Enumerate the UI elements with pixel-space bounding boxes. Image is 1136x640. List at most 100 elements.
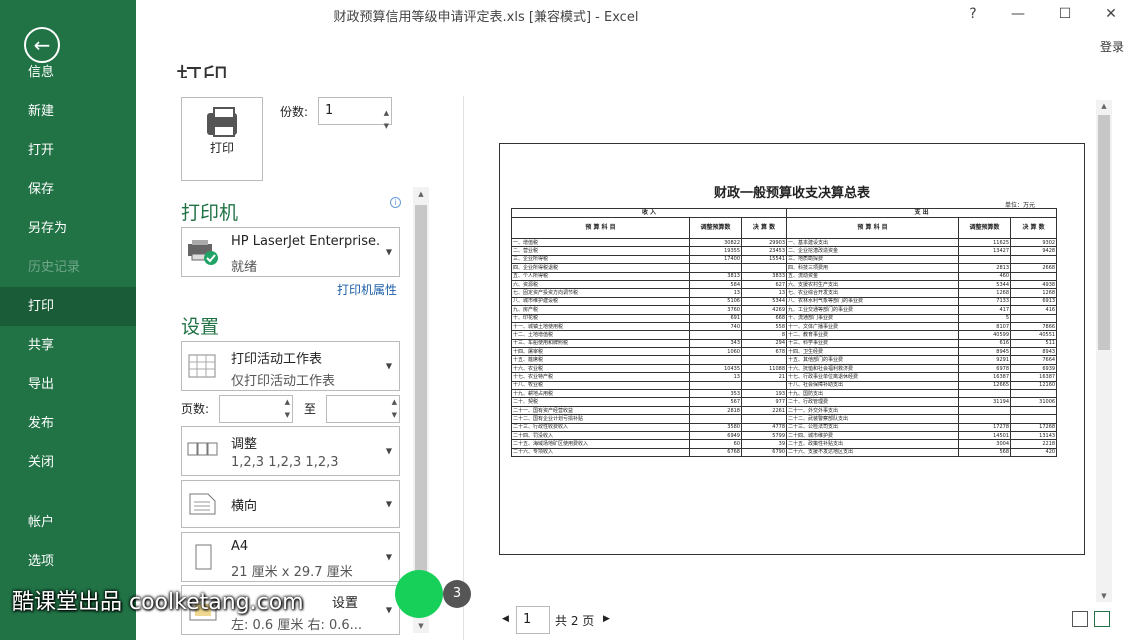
table-cell: 2261: [740, 405, 788, 416]
table-cell: 十三、车船使用和牌照税: [511, 338, 690, 349]
table-cell: 二十四、罚没收入: [511, 430, 690, 441]
scroll-thumb[interactable]: [1098, 115, 1110, 350]
table-cell: 13: [689, 288, 742, 298]
show-margins-icon[interactable]: [1072, 611, 1088, 627]
table-cell: 4269: [740, 305, 788, 315]
scroll-up-icon[interactable]: ▲: [413, 190, 429, 198]
table-row: 十五、筵席税 十五、其他部门的事业费 9291 7664: [511, 355, 1058, 365]
table-cell: [1010, 405, 1058, 416]
print-scope-subtitle: 仅打印活动工作表: [231, 374, 336, 389]
table-cell: 294: [740, 338, 788, 349]
scroll-down-icon[interactable]: ▼: [413, 622, 429, 630]
table-cell: [689, 414, 742, 424]
pages-to-input[interactable]: ▲ ▼: [326, 395, 400, 423]
help-button[interactable]: ?: [958, 6, 988, 28]
table-cell: 616: [958, 338, 1012, 349]
spin-down-icon[interactable]: ▼: [384, 113, 389, 139]
table-cell: [958, 405, 1012, 416]
nav-item-options[interactable]: 选项: [0, 542, 136, 581]
nav-item-open[interactable]: 打开: [0, 131, 136, 170]
paper-size-title: A4: [231, 539, 249, 554]
col-budget: 调整预算数: [689, 217, 742, 239]
spin-up-icon[interactable]: ▲: [285, 398, 290, 406]
table-cell: 12665: [958, 380, 1012, 391]
table-cell: [740, 263, 788, 273]
table-cell: 627: [740, 279, 788, 290]
nav-item-save-as[interactable]: 另存为: [0, 209, 136, 248]
nav-item-print[interactable]: 打印: [0, 287, 136, 326]
orientation-select[interactable]: 横向 ▼: [181, 480, 400, 528]
nav-item-close[interactable]: 关闭: [0, 443, 136, 482]
zoom-to-page-icon[interactable]: [1094, 611, 1110, 627]
settings-scrollbar[interactable]: ▲ ▼: [413, 187, 429, 633]
table-cell: 二十三、公检法司支出: [786, 422, 960, 433]
table-cell: 13: [740, 288, 788, 298]
col-subject: 预 算 科 目: [786, 217, 960, 239]
table-cell: 十五、其他部门的事业费: [786, 355, 960, 365]
page-number-input[interactable]: 1: [516, 606, 550, 634]
table-cell: 678: [740, 347, 788, 357]
nav-item-publish[interactable]: 发布: [0, 404, 136, 443]
settings-section-title: 设置: [181, 316, 220, 338]
nav-item-info[interactable]: 信息: [0, 53, 136, 92]
printer-select[interactable]: HP LaserJet Enterprise... 就绪 ▼: [181, 227, 400, 277]
preview-scrollbar[interactable]: ▲ ▼: [1096, 100, 1112, 602]
scroll-up-icon[interactable]: ▲: [1096, 102, 1112, 110]
table-cell: 17268: [1010, 422, 1058, 433]
table-row: 二十五、海域场地矿区使用费收入 60 39 二十五、政策性补贴支出 3004 2218: [511, 439, 1058, 449]
nav-item-account[interactable]: 帐户: [0, 503, 136, 542]
table-cell: 4938: [1010, 279, 1058, 290]
table-cell: 417: [958, 305, 1012, 315]
table-cell: 9302: [1010, 237, 1058, 248]
panel-divider: [463, 96, 464, 640]
print-scope-select[interactable]: 打印活动工作表 仅打印活动工作表 ▼: [181, 341, 400, 391]
table-cell: 193: [740, 389, 788, 399]
table-cell: [689, 330, 742, 340]
table-cell: 13: [689, 372, 742, 382]
pages-from-input[interactable]: ▲ ▼: [219, 395, 293, 423]
table-row: 十九、耕地占用税 353 193 十九、国防支出: [511, 389, 1058, 399]
collate-select[interactable]: 调整 1,2,3 1,2,3 1,2,3 ▼: [181, 426, 400, 476]
nav-item-save[interactable]: 保存: [0, 170, 136, 209]
nav-item-export[interactable]: 导出: [0, 365, 136, 404]
budget-table: 收 入 支 出 预 算 科 目 调整预算数 决 算 数 预 算 科 目 调整预算…: [510, 208, 1058, 458]
table-cell: 二、企业挖潜改造资金: [786, 246, 960, 256]
table-cell: 二十、契税: [511, 397, 690, 407]
spin-down-icon[interactable]: ▼: [285, 411, 290, 419]
table-cell: 二、营业税: [511, 246, 690, 256]
print-button-label: 打印: [209, 141, 234, 155]
minimize-button[interactable]: —: [1003, 6, 1033, 28]
spin-up-icon[interactable]: ▲: [392, 398, 397, 406]
table-cell: 二十、行政管理费: [786, 397, 960, 407]
pages-label: 页数:: [181, 402, 210, 416]
nav-item-new[interactable]: 新建: [0, 92, 136, 131]
printer-section-title: 打印机: [181, 202, 239, 224]
copies-input[interactable]: 1 ▲ ▼: [318, 97, 392, 130]
login-link[interactable]: 登录: [1100, 38, 1124, 55]
click-indicator: [395, 570, 443, 618]
table-cell: 二十二、国有企业计划亏损补贴: [511, 414, 690, 424]
paper-size-select[interactable]: A4 21 厘米 x 29.7 厘米 ▼: [181, 532, 400, 582]
table-cell: 39: [740, 439, 788, 449]
scroll-thumb[interactable]: [415, 205, 427, 575]
table-row: 二十四、罚没收入 6949 5799 二十四、城市维护费 14501 13143: [511, 430, 1058, 441]
spin-down-icon[interactable]: ▼: [392, 411, 397, 419]
restore-button[interactable]: ☐: [1050, 6, 1080, 28]
chevron-down-icon: ▼: [385, 499, 392, 509]
table-cell: 十九、国防支出: [786, 389, 960, 399]
table-cell: 十二、教育事业费: [786, 330, 960, 340]
table-row: 十三、车船使用和牌照税 343 294 十三、科学事业费 616 511: [511, 338, 1058, 349]
print-button[interactable]: 打印: [181, 97, 263, 181]
table-cell: [689, 263, 742, 273]
nav-item-share[interactable]: 共享: [0, 326, 136, 365]
close-button[interactable]: ✕: [1096, 6, 1126, 28]
printer-properties-link[interactable]: 打印机属性: [337, 281, 397, 298]
next-page-button[interactable]: ▶: [603, 614, 610, 624]
table-cell: 七、农业综合开发支出: [786, 288, 960, 298]
prev-page-button[interactable]: ◀: [502, 614, 509, 624]
scroll-down-icon[interactable]: ▼: [1096, 592, 1112, 600]
table-cell: 12160: [1010, 380, 1058, 391]
table-row: 七、固定资产投资方向调节税 13 13 七、农业综合开发支出 1268 1268: [511, 288, 1058, 298]
info-icon[interactable]: i: [390, 197, 401, 208]
table-cell: 十四、卫生经费: [786, 347, 960, 357]
